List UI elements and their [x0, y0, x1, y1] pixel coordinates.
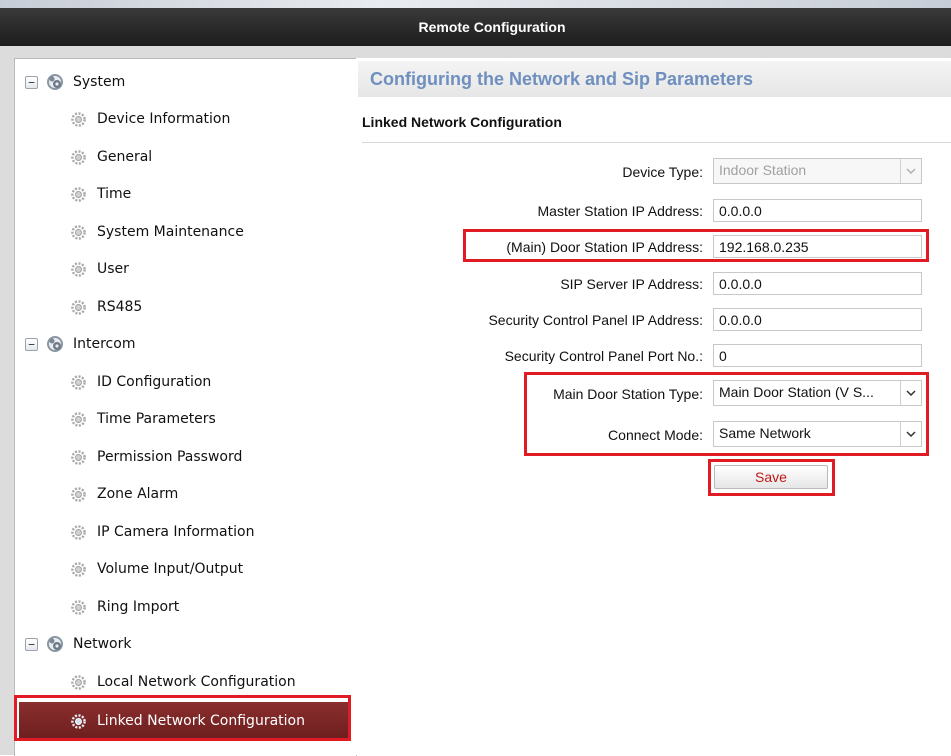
tree-group-intercom[interactable]: − Intercom	[15, 326, 356, 362]
gear-icon	[71, 411, 86, 427]
gear-icon	[71, 299, 86, 315]
collapse-icon[interactable]: −	[25, 75, 38, 89]
sidebar-item-ring-import[interactable]: Ring Import	[15, 589, 356, 625]
page-title: Configuring the Network and Sip Paramete…	[358, 61, 951, 97]
tree-group-label: Network	[73, 636, 132, 652]
gear-icon	[71, 524, 86, 540]
sidebar-item-label: Device Information	[97, 111, 231, 127]
gear-icon	[71, 674, 86, 690]
sidebar-item-label: Ring Import	[97, 599, 180, 615]
settings-group-icon	[47, 74, 63, 90]
gear-icon	[71, 449, 86, 465]
tree-group-network[interactable]: − Network	[15, 626, 356, 662]
collapse-icon[interactable]: −	[25, 637, 38, 651]
chevron-down-icon	[900, 159, 921, 183]
sidebar-item-label: Volume Input/Output	[97, 561, 244, 577]
sidebar-item-label: User	[97, 261, 129, 277]
window-titlebar: Remote Configuration	[0, 8, 951, 46]
gear-icon	[71, 599, 86, 615]
gear-icon	[71, 224, 86, 240]
sidebar-tree: − System Device Information General Time…	[14, 58, 357, 756]
sidebar-item-time-parameters[interactable]: Time Parameters	[15, 401, 356, 437]
window-top-strip	[0, 0, 951, 8]
security-panel-port-input[interactable]	[713, 344, 922, 367]
sidebar-item-permission-password[interactable]: Permission Password	[15, 439, 356, 475]
tree-group-label: System	[73, 74, 126, 90]
gear-icon	[71, 561, 86, 577]
gear-icon	[71, 111, 86, 127]
collapse-icon[interactable]: −	[25, 337, 38, 351]
sidebar-item-ip-camera-information[interactable]: IP Camera Information	[15, 514, 356, 550]
sidebar-item-label: Time	[97, 186, 132, 202]
security-panel-ip-input[interactable]	[713, 308, 922, 331]
tree-group-label: Intercom	[73, 336, 136, 352]
device-type-label: Device Type:	[622, 164, 703, 180]
selected-item-highlight	[14, 695, 351, 741]
sidebar-item-time[interactable]: Time	[15, 176, 356, 212]
master-station-ip-input[interactable]	[713, 199, 922, 222]
settings-group-icon	[47, 336, 63, 352]
main-panel: Configuring the Network and Sip Paramete…	[356, 58, 951, 755]
sidebar-item-label: Permission Password	[97, 449, 243, 465]
security-panel-port-label: Security Control Panel Port No.:	[504, 348, 703, 364]
sidebar-item-device-information[interactable]: Device Information	[15, 101, 356, 137]
gear-icon	[71, 261, 86, 277]
device-type-value: Indoor Station	[719, 162, 807, 178]
sidebar-item-user[interactable]: User	[15, 251, 356, 287]
sidebar-item-label: Time Parameters	[97, 411, 216, 427]
gear-icon	[71, 186, 86, 202]
window-title: Remote Configuration	[418, 19, 566, 35]
save-button-highlight	[708, 459, 835, 496]
station-type-connect-mode-highlight	[524, 372, 929, 456]
master-station-ip-label: Master Station IP Address:	[537, 203, 704, 219]
sidebar-item-label: General	[97, 149, 153, 165]
sidebar-item-label: IP Camera Information	[97, 524, 255, 540]
sidebar-item-label: ID Configuration	[97, 374, 212, 390]
sidebar-item-label: RS485	[97, 299, 143, 315]
section-subtitle: Linked Network Configuration	[362, 114, 562, 130]
settings-group-icon	[47, 636, 63, 652]
sidebar-item-system-maintenance[interactable]: System Maintenance	[15, 214, 356, 250]
sip-server-ip-input[interactable]	[713, 272, 922, 295]
sidebar-item-general[interactable]: General	[15, 139, 356, 175]
sip-server-ip-label: SIP Server IP Address:	[560, 276, 703, 292]
sidebar-item-label: Zone Alarm	[97, 486, 179, 502]
door-station-ip-highlight	[463, 229, 929, 262]
device-type-select: Indoor Station	[713, 158, 922, 184]
gear-icon	[71, 486, 86, 502]
divider	[362, 142, 951, 143]
sidebar-item-volume-input-output[interactable]: Volume Input/Output	[15, 551, 356, 587]
sidebar-item-zone-alarm[interactable]: Zone Alarm	[15, 476, 356, 512]
sidebar-item-label: System Maintenance	[97, 224, 244, 240]
tree-group-system[interactable]: − System	[15, 64, 356, 100]
gear-icon	[71, 149, 86, 165]
security-panel-ip-label: Security Control Panel IP Address:	[488, 312, 703, 328]
sidebar-item-rs485[interactable]: RS485	[15, 289, 356, 325]
sidebar-item-id-configuration[interactable]: ID Configuration	[15, 364, 356, 400]
sidebar-item-label: Local Network Configuration	[97, 674, 296, 690]
gear-icon	[71, 374, 86, 390]
